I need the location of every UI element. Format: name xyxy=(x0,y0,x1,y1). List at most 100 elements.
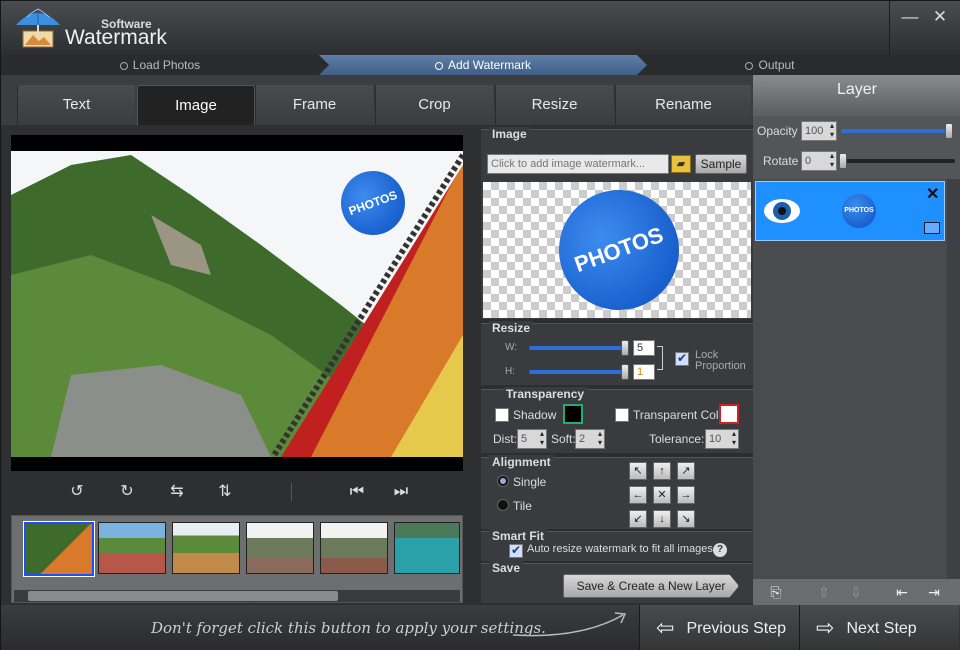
thumbnail-1[interactable] xyxy=(23,521,95,577)
image-settings-panel: Image ▰ Sample PHOTOS Resize W: H: Lock … xyxy=(481,127,753,603)
thumbnail-4[interactable] xyxy=(246,522,314,574)
toolbar-divider xyxy=(291,483,292,501)
thumbnail-strip xyxy=(11,515,463,603)
transparent-color-swatch[interactable] xyxy=(719,404,739,424)
smart-fit-section: Smart Fit Auto resize watermark to fit a… xyxy=(481,529,753,561)
rotate-slider-knob[interactable] xyxy=(839,153,847,169)
help-icon[interactable]: ? xyxy=(713,543,727,557)
layer-panel: Layer Opacity 100 Rotate 0 PHOTOS ✕ ⎘ xyxy=(753,75,960,605)
tab-crop[interactable]: Crop xyxy=(375,85,493,125)
step-dot-icon xyxy=(435,62,444,70)
opacity-slider[interactable] xyxy=(841,129,951,133)
rotate-spinner[interactable]: 0 xyxy=(801,151,837,171)
width-input[interactable] xyxy=(633,340,655,356)
move-layer-down-icon[interactable]: ⇩ xyxy=(847,583,865,601)
layer-list: PHOTOS ✕ xyxy=(753,179,947,579)
lock-proportion-checkbox[interactable] xyxy=(675,351,689,366)
width-slider-knob[interactable] xyxy=(621,340,629,356)
shadow-color-swatch[interactable] xyxy=(563,404,583,424)
tile-radio[interactable] xyxy=(497,499,509,511)
thumbnail-3[interactable] xyxy=(172,522,240,574)
alignment-section: Alignment Single Tile ↖ ↑ ↗ ← ✕ → ↙ ↓ ↘ xyxy=(481,455,753,529)
width-slider[interactable] xyxy=(529,346,625,350)
link-icon xyxy=(657,346,663,370)
layer-scrollbar[interactable] xyxy=(947,179,960,579)
eye-visibility-icon[interactable] xyxy=(762,194,802,228)
step-load-photos[interactable]: Load Photos xyxy=(1,55,319,75)
align-top-right-icon[interactable]: ↗ xyxy=(677,462,695,480)
auto-resize-checkbox[interactable] xyxy=(509,543,523,558)
move-layer-up-icon[interactable]: ⇧ xyxy=(815,583,833,601)
thumbnail-scrollbar[interactable] xyxy=(14,590,460,602)
thumbnail-6[interactable] xyxy=(394,522,460,574)
rotate-label: Rotate xyxy=(763,154,799,168)
rotate-right-90-icon[interactable]: ↻ xyxy=(115,481,139,503)
dist-spinner[interactable]: 5 xyxy=(517,429,547,449)
thumbnail-5[interactable] xyxy=(320,522,388,574)
soft-spinner[interactable]: 2 xyxy=(575,429,605,449)
layer-item[interactable]: PHOTOS ✕ xyxy=(755,181,945,241)
height-slider-knob[interactable] xyxy=(621,364,629,380)
sample-button[interactable]: Sample xyxy=(695,154,747,174)
auto-resize-label: Auto resize watermark to fit all images. xyxy=(527,543,716,555)
single-radio[interactable] xyxy=(497,475,509,487)
rotate-slider[interactable] xyxy=(841,159,955,163)
tolerance-spinner[interactable]: 10 xyxy=(705,429,739,449)
step-add-watermark[interactable]: Add Watermark xyxy=(319,55,647,75)
tolerance-label: Tolerance: xyxy=(649,432,705,446)
clear-layer-icon[interactable]: ⎘ xyxy=(767,583,785,601)
photo-preview[interactable]: PHOTOS xyxy=(11,135,466,471)
export-layer-icon[interactable]: ⇥ xyxy=(925,583,943,601)
section-title: Transparency xyxy=(503,387,588,401)
tab-rename[interactable]: Rename xyxy=(615,85,751,125)
image-layer-icon xyxy=(924,222,940,234)
opacity-slider-knob[interactable] xyxy=(945,123,953,139)
title-separator xyxy=(889,1,890,55)
step-label: Output xyxy=(758,58,795,72)
scrollbar-thumb[interactable] xyxy=(28,591,338,601)
align-right-icon[interactable]: → xyxy=(677,486,695,504)
thumbnail-2[interactable] xyxy=(98,522,166,574)
align-left-icon[interactable]: ← xyxy=(629,486,647,504)
save-create-layer-button[interactable]: Save & Create a New Layer xyxy=(563,574,739,598)
app-name: Watermark xyxy=(65,26,167,49)
section-title: Save xyxy=(489,561,524,575)
delete-layer-icon[interactable]: ✕ xyxy=(926,184,939,204)
layer-title: Layer xyxy=(836,81,878,98)
tab-text[interactable]: Text xyxy=(17,85,135,125)
tab-image[interactable]: Image xyxy=(137,85,255,125)
tab-frame[interactable]: Frame xyxy=(255,85,373,125)
shadow-checkbox[interactable] xyxy=(495,408,509,422)
step-dot-icon xyxy=(745,62,754,70)
align-bottom-icon[interactable]: ↓ xyxy=(653,510,671,528)
align-center-icon[interactable]: ✕ xyxy=(653,486,671,504)
align-top-icon[interactable]: ↑ xyxy=(653,462,671,480)
width-label: W: xyxy=(505,342,518,353)
transparent-color-label: Transparent Color xyxy=(633,408,730,422)
step-output[interactable]: Output xyxy=(647,55,893,75)
flip-vertical-icon[interactable]: ⇆ xyxy=(165,481,189,503)
opacity-spinner[interactable]: 100 xyxy=(801,121,837,141)
previous-image-icon[interactable]: ⏮ xyxy=(345,481,369,503)
image-path-input[interactable] xyxy=(487,154,669,174)
height-slider[interactable] xyxy=(529,370,625,374)
align-bottom-left-icon[interactable]: ↙ xyxy=(629,510,647,528)
previous-step-button[interactable]: ⇦ Previous Step xyxy=(639,605,799,650)
next-image-icon[interactable]: ⏭ xyxy=(389,481,413,503)
folder-icon[interactable]: ▰ xyxy=(671,155,691,173)
soft-label: Soft: xyxy=(551,432,576,446)
rotate-left-90-icon[interactable]: ↺ xyxy=(65,481,89,503)
align-bottom-right-icon[interactable]: ↘ xyxy=(677,510,695,528)
height-input[interactable] xyxy=(633,364,655,380)
step-bar: Load Photos Add Watermark Output xyxy=(1,55,960,75)
flip-horizontal-icon[interactable]: ⇅ xyxy=(213,481,237,503)
tab-resize[interactable]: Resize xyxy=(495,85,613,125)
section-title: Alignment xyxy=(489,455,554,469)
transparent-color-checkbox[interactable] xyxy=(615,408,629,422)
step-dot-icon xyxy=(119,62,128,70)
next-step-button[interactable]: ⇨ Next Step xyxy=(799,605,959,650)
minimize-button[interactable]: — xyxy=(899,7,921,27)
align-top-left-icon[interactable]: ↖ xyxy=(629,462,647,480)
close-button[interactable]: ✕ xyxy=(929,7,951,27)
import-layer-icon[interactable]: ⇤ xyxy=(893,583,911,601)
